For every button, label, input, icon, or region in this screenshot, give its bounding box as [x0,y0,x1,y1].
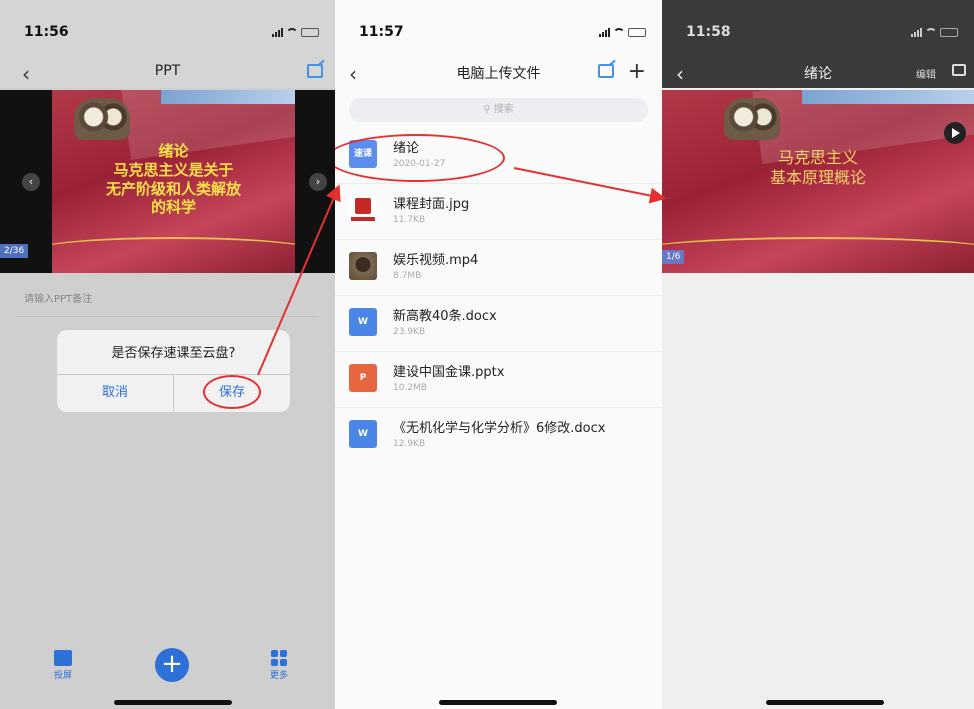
page-title: PPT [154,63,181,79]
file-row[interactable]: 课程封面.jpg 11.7KB [335,184,662,240]
battery-icon [301,28,319,37]
cancel-button[interactable]: 取消 [57,374,173,412]
nav-bar: ‹ 电脑上传文件 + [335,58,662,88]
cast-button[interactable]: 投屏 [54,650,72,681]
status-bar: 11:57 [335,0,662,58]
home-indicator [766,700,884,705]
highlight-circle [335,134,505,182]
slide-preview[interactable]: 马克思主义 基本原理概论 [662,90,974,273]
file-meta: 12.9KB [393,439,426,449]
status-time: 11:57 [359,24,404,40]
search-input[interactable]: ⚲ 搜索 [349,98,648,122]
highlight-circle [203,375,261,409]
slide-title: 绪论 [158,142,189,160]
phone-ppt-editor: 11:56 ‹ PPT 绪论 马克思主义是关于 无产阶级和人类解放 的科学 ‹ … [0,0,335,709]
status-bar: 11:58 [662,0,974,58]
home-indicator [114,700,232,705]
share-icon[interactable] [952,64,966,76]
nav-bar: ‹ 绪论 编辑 [662,58,974,88]
file-name: 课程封面.jpg [393,197,470,212]
word-doc-icon: W [349,420,377,448]
signal-icon [272,28,283,37]
ppt-doc-icon: P [349,364,377,392]
dialog-question: 是否保存速课至云盘? [111,346,236,361]
signal-icon [599,28,610,37]
battery-icon [940,28,958,37]
file-row[interactable]: P 建设中国金课.pptx 10.2MB [335,352,662,408]
file-name: 《无机化学与化学分析》6修改.docx [393,421,606,436]
play-icon[interactable] [944,122,966,144]
add-icon[interactable]: + [628,59,646,84]
cast-icon [54,650,72,666]
home-indicator [439,700,557,705]
cast-label: 投屏 [54,671,73,681]
portrait-image [724,98,780,140]
screenshot-root: 11:56 ‹ PPT 绪论 马克思主义是关于 无产阶级和人类解放 的科学 ‹ … [0,0,974,709]
status-bar: 11:56 [0,0,335,58]
edit-button[interactable]: 编辑 [916,66,936,81]
add-button[interactable]: + [155,648,189,682]
slide-line: 的科学 [150,198,196,217]
file-meta: 23.9KB [393,327,426,337]
video-thumbnail-icon [349,252,377,280]
next-slide-icon[interactable]: › [309,173,327,191]
status-time: 11:58 [686,24,731,40]
wifi-icon [925,28,937,37]
prev-slide-icon[interactable]: ‹ [22,173,40,191]
file-meta: 8.7MB [393,271,422,281]
file-name: 建设中国金课.pptx [393,365,505,380]
image-thumbnail-icon [349,196,377,224]
status-icons [599,28,646,37]
portrait-image [74,98,130,140]
slide-line: 基本原理概论 [769,168,866,187]
slide-preview[interactable]: 绪论 马克思主义是关于 无产阶级和人类解放 的科学 [52,90,295,273]
note-input[interactable]: 请输入PPT备注 [24,290,92,305]
signal-icon [911,28,922,37]
wifi-icon [613,28,625,37]
divider [16,316,319,317]
slide-pager: 1/6 [662,250,685,264]
share-icon[interactable] [307,64,323,78]
slide-line: 马克思主义 [777,148,858,167]
word-doc-icon: W [349,308,377,336]
slide-line: 马克思主义是关于 [113,160,234,179]
more-label: 更多 [270,671,289,681]
slide-line: 无产阶级和人类解放 [105,179,241,198]
file-row[interactable]: 娱乐视频.mp4 8.7MB [335,240,662,296]
phone-file-list: 11:57 ‹ 电脑上传文件 + ⚲ 搜索 速课 绪论 2020-01-27 课… [335,0,662,709]
search-placeholder: 搜索 [493,104,514,115]
nav-bar: ‹ PPT [0,58,335,88]
file-row[interactable]: W 《无机化学与化学分析》6修改.docx 12.9KB [335,408,662,464]
slide-pager: 2/36 [0,244,29,258]
wifi-icon [286,28,298,37]
grid-icon [271,650,287,666]
status-icons [911,28,958,37]
file-meta: 10.2MB [393,383,427,393]
status-time: 11:56 [24,24,69,40]
battery-icon [628,28,646,37]
file-row[interactable]: W 新高教40条.docx 23.9KB [335,296,662,352]
file-name: 新高教40条.docx [393,309,497,324]
share-icon[interactable] [598,64,614,78]
status-icons [272,28,319,37]
file-name: 娱乐视频.mp4 [393,253,479,268]
phone-slide-view: 11:58 ‹ 绪论 编辑 马克思主义 基本原理概论 1/6 [662,0,974,709]
more-button[interactable]: 更多 [270,650,288,681]
file-meta: 11.7KB [393,215,426,225]
